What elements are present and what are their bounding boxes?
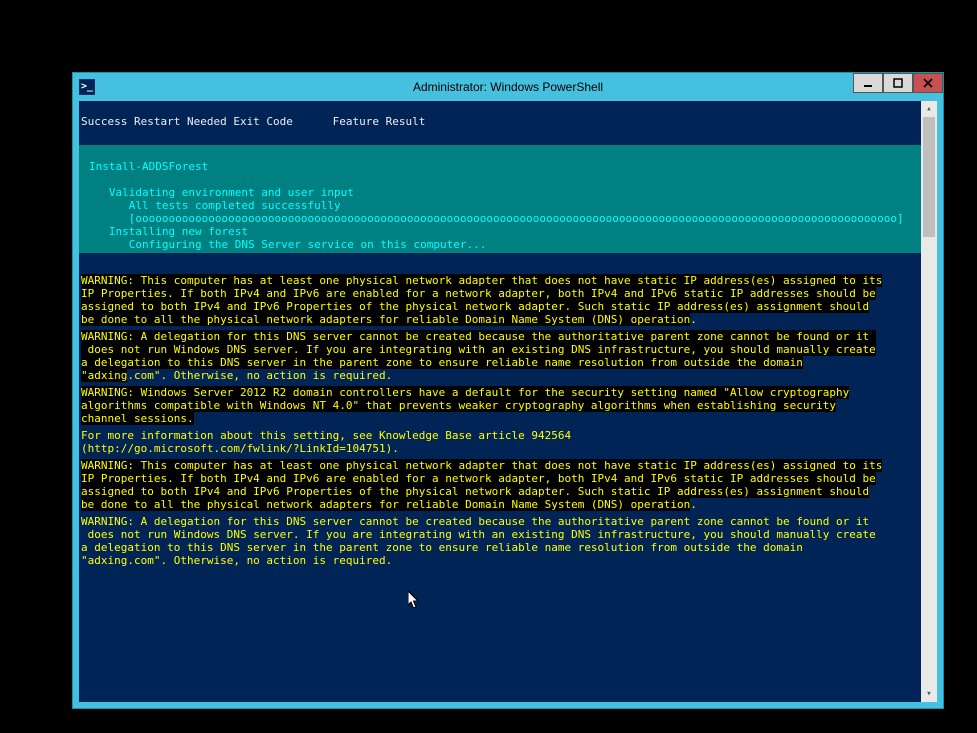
- warning-paragraph: WARNING: A delegation for this DNS serve…: [79, 330, 921, 382]
- progress-line-installing: Installing new forest: [81, 225, 248, 238]
- window-title: Administrator: Windows PowerShell: [73, 80, 943, 94]
- window-buttons: [853, 73, 943, 93]
- icon-glyph: >_: [81, 81, 93, 92]
- warning-paragraph: For more information about this setting,…: [79, 429, 921, 455]
- powershell-icon: >_: [79, 79, 95, 95]
- progress-line-validating: Validating environment and user input: [81, 186, 354, 199]
- progress-line-tests: All tests completed successfully: [81, 199, 341, 212]
- scroll-thumb[interactable]: [923, 117, 935, 237]
- warning-paragraph: WARNING: Windows Server 2012 R2 domain c…: [79, 386, 921, 425]
- scroll-up-button[interactable]: ▴: [921, 101, 937, 117]
- progress-banner: Install-ADDSForest Validating environmen…: [79, 145, 921, 253]
- progress-command: Install-ADDSForest: [81, 160, 208, 173]
- progress-blank: [81, 173, 96, 186]
- console-output[interactable]: Success Restart Needed Exit Code Feature…: [79, 101, 921, 702]
- progress-line-configuring: Configuring the DNS Server service on th…: [81, 238, 486, 251]
- minimize-button[interactable]: [853, 73, 883, 93]
- table-header: Success Restart Needed Exit Code Feature…: [79, 115, 921, 128]
- warning-paragraph: WARNING: A delegation for this DNS serve…: [79, 515, 921, 567]
- titlebar[interactable]: >_ Administrator: Windows PowerShell: [73, 73, 943, 101]
- console-client-area: Success Restart Needed Exit Code Feature…: [79, 101, 937, 702]
- scroll-down-button[interactable]: ▾: [921, 686, 937, 702]
- warning-paragraph: WARNING: This computer has at least one …: [79, 459, 921, 511]
- warnings-block: WARNING: This computer has at least one …: [79, 274, 921, 567]
- close-button[interactable]: [913, 73, 943, 93]
- warning-paragraph: WARNING: This computer has at least one …: [79, 274, 921, 326]
- powershell-window: >_ Administrator: Windows PowerShell Suc…: [72, 72, 944, 709]
- progress-bar: [ooooooooooooooooooooooooooooooooooooooo…: [81, 212, 904, 225]
- maximize-button[interactable]: [883, 73, 913, 93]
- vertical-scrollbar[interactable]: ▴ ▾: [921, 101, 937, 702]
